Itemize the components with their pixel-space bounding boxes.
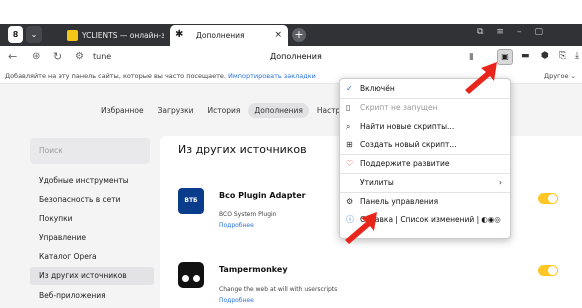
sidebar-item-management[interactable]: Управление bbox=[30, 229, 154, 247]
heart-icon: ♡ bbox=[346, 159, 354, 168]
menu-label: Включён bbox=[360, 84, 395, 93]
sidebar-item-shopping[interactable]: Покупки bbox=[30, 210, 154, 228]
window-controls[interactable]: ⧉≡–▢ bbox=[477, 27, 556, 37]
subnav-favorites[interactable]: Избранное bbox=[95, 103, 150, 118]
check-icon: ✓ bbox=[346, 84, 353, 93]
vtb-logo-icon: ВТБ bbox=[178, 188, 204, 214]
menu-item-utilities[interactable]: Утилиты › bbox=[340, 174, 510, 192]
address-field[interactable]: tune bbox=[93, 52, 111, 61]
sidebar-item-security[interactable]: Безопасность в сети bbox=[30, 191, 154, 209]
menu-label: Панель управления bbox=[360, 197, 439, 206]
script-icon: ▯ bbox=[346, 103, 351, 112]
extension-icon-3[interactable]: ⬢ bbox=[541, 51, 549, 61]
extension-toggle[interactable] bbox=[538, 193, 558, 204]
extension-toggle[interactable] bbox=[538, 265, 558, 276]
tab-yclients[interactable]: YCLIENTS — онлайн-запис bbox=[62, 25, 168, 46]
menu-item-support[interactable]: ♡ Поддержите развитие bbox=[340, 155, 510, 173]
search-icon: ⌕ bbox=[346, 122, 351, 131]
download-icon[interactable]: ⤓ bbox=[575, 51, 579, 61]
extension-description: Change the web at will with userscripts bbox=[219, 286, 338, 293]
sidebar-item-tools[interactable]: Удобные инструменты bbox=[30, 172, 154, 190]
red-arrow-annotation-top bbox=[465, 62, 497, 94]
new-tab-button[interactable]: + bbox=[292, 28, 306, 42]
menu-item-script-not-running: ▯ Скрипт не запущен bbox=[340, 99, 510, 117]
section-title: Из других источников bbox=[178, 143, 307, 156]
close-tab-icon[interactable]: × bbox=[274, 25, 282, 46]
sidebar-item-web-apps[interactable]: Веб-приложения bbox=[30, 287, 154, 305]
tab-extensions[interactable]: ✱ Дополнения × bbox=[170, 25, 288, 46]
back-icon[interactable]: ← bbox=[8, 49, 17, 65]
subnav-history[interactable]: История bbox=[202, 103, 247, 118]
subnav-extensions[interactable]: Дополнения bbox=[248, 103, 309, 118]
settings-subnav: ИзбранноеЗагрузкиИсторияДополненияНастро… bbox=[95, 103, 367, 118]
menu-label: Утилиты bbox=[360, 178, 394, 187]
tab-count-badge[interactable]: 8 bbox=[8, 26, 23, 43]
extension-name: Tampermonkey bbox=[219, 265, 288, 274]
menu-label: Поддержите развитие bbox=[360, 159, 450, 168]
page-title: Дополнения bbox=[270, 52, 322, 61]
sidebar-item-opera-catalog[interactable]: Каталог Opera bbox=[30, 248, 154, 266]
extension-more-link[interactable]: Подробнее bbox=[219, 222, 254, 229]
menu-label: Создать новый скрипт... bbox=[360, 140, 457, 149]
tab-title: Дополнения bbox=[196, 31, 245, 40]
sidebar-search-input[interactable]: Поиск bbox=[30, 138, 150, 164]
subnav-downloads[interactable]: Загрузки bbox=[152, 103, 200, 118]
extension-more-link[interactable]: Подробнее bbox=[219, 297, 254, 304]
chevron-right-icon: › bbox=[499, 178, 502, 187]
gear-icon: ⚙ bbox=[346, 197, 354, 206]
tab-list-chevron-icon[interactable]: ⌄ bbox=[26, 26, 42, 43]
menu-item-dashboard[interactable]: ⚙ Панель управления bbox=[340, 193, 510, 211]
extension-name: Bco Plugin Adapter bbox=[219, 191, 306, 200]
collections-icon[interactable]: ⎘ bbox=[559, 51, 566, 61]
add-icon: ⊞ bbox=[346, 140, 353, 149]
tab-title: YCLIENTS — онлайн-запис bbox=[82, 31, 164, 40]
extension-description: BCO System Plugin bbox=[219, 211, 277, 218]
bookmarks-hint: Добавляйте на эту панель сайты, которые … bbox=[5, 72, 226, 80]
menu-item-create-script[interactable]: ⊞ Создать новый скрипт... bbox=[340, 136, 510, 154]
extension-icon-2[interactable]: ▬ bbox=[521, 51, 530, 61]
social-icons[interactable]: ◐◉◎ bbox=[481, 215, 501, 224]
tampermonkey-logo-icon bbox=[178, 262, 204, 288]
import-bookmarks-link[interactable]: Импортировать закладки bbox=[228, 72, 316, 80]
sidebar-item-other-sources[interactable]: Из других источников bbox=[30, 267, 154, 285]
settings-gear-icon: ⚙ bbox=[75, 51, 84, 62]
yclients-favicon-icon bbox=[67, 30, 78, 41]
yandex-icon[interactable]: ⊛ bbox=[32, 49, 40, 65]
menu-label: Скрипт не запущен bbox=[360, 103, 438, 112]
other-bookmarks[interactable]: Другое ⌄ bbox=[544, 72, 576, 80]
reload-icon[interactable]: ↻ bbox=[53, 49, 62, 65]
menu-item-find-scripts[interactable]: ⌕ Найти новые скрипты... bbox=[340, 118, 510, 136]
menu-label: Найти новые скрипты... bbox=[360, 122, 455, 131]
red-arrow-annotation-bottom bbox=[345, 212, 377, 244]
puzzle-icon: ✱ bbox=[175, 29, 184, 40]
